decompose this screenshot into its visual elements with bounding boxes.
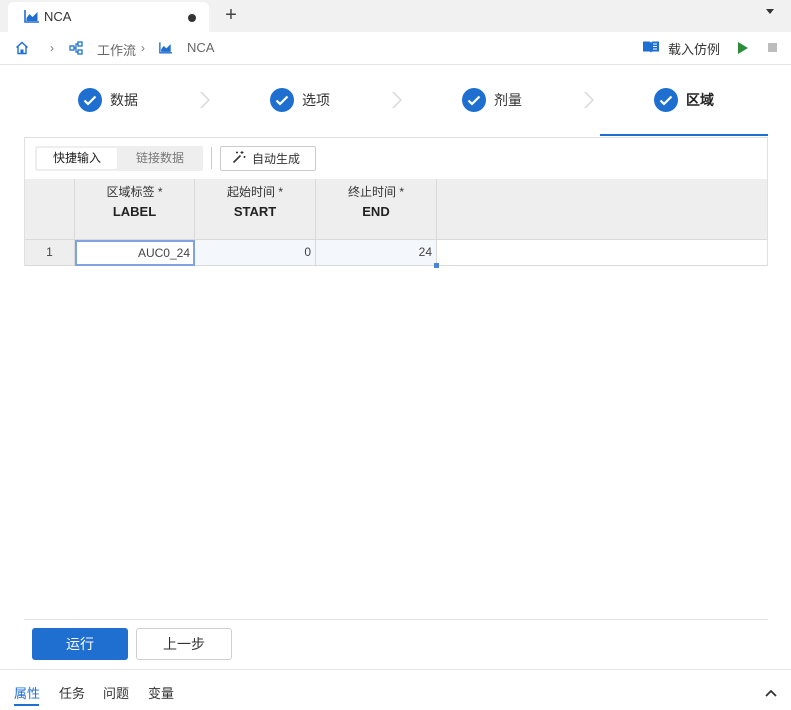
tab-properties[interactable]: 属性 [14,683,40,702]
column-header-cn: 终止时间 * [347,185,404,199]
auto-generate-label: 自动生成 [252,152,301,166]
active-step-underline [600,134,768,136]
step-label: 选项 [302,92,330,108]
toolbar-divider [211,147,212,169]
book-icon [642,40,660,57]
chevron-right-icon [584,91,595,112]
check-circle-icon [654,88,678,112]
step-label: 剂量 [494,92,522,108]
run-button[interactable]: 运行 [32,628,128,660]
tab-title: NCA [44,9,72,24]
breadcrumb-separator: › [50,41,54,55]
table-corner-header [25,179,75,240]
auto-generate-button[interactable]: 自动生成 [220,146,316,171]
region-table: 区域标签 * LABEL 起始时间 * START 终止时间 * END 1 A… [25,179,767,268]
table-row-filler [437,240,767,266]
column-header-label[interactable]: 区域标签 * LABEL [75,179,195,240]
active-tab-underline [14,704,39,706]
region-panel: 快捷输入 链接数据 自动生成 区域标签 * LABEL 起始时间 * START… [24,137,768,268]
tab-variables[interactable]: 变量 [148,683,174,702]
tab-menu-caret-icon[interactable] [766,9,774,14]
area-chart-icon [159,42,172,57]
previous-step-button[interactable]: 上一步 [136,628,232,660]
load-example-button[interactable]: 载入仿例 [642,39,720,58]
step-data[interactable]: 数据 [78,87,138,113]
run-play-icon[interactable] [738,42,748,54]
chevron-up-icon[interactable] [765,685,777,700]
area-chart-icon [24,10,39,26]
step-region[interactable]: 区域 [654,87,714,113]
check-circle-icon [78,88,102,112]
chevron-right-icon [200,91,211,112]
new-tab-button[interactable]: + [222,4,240,26]
step-dose[interactable]: 剂量 [462,87,522,113]
tab-problems[interactable]: 问题 [103,683,129,702]
unsaved-dot-icon[interactable] [188,14,196,22]
bottom-panel-tabs: 属性 任务 问题 变量 [0,669,791,710]
footer-divider [24,619,768,620]
wizard-steps: 数据 选项 剂量 区域 [24,65,768,137]
cell-end[interactable]: 24 [316,240,437,266]
magic-wand-icon [232,150,246,167]
column-header-start[interactable]: 起始时间 * START [195,179,316,240]
column-header-cn: 区域标签 * [106,185,163,199]
column-header-en: LABEL [112,204,157,219]
stop-icon[interactable] [768,43,777,52]
column-header-cn: 起始时间 * [226,185,283,199]
breadcrumb: › 工作流 › NCA 载入仿例 [0,32,791,65]
workflow-icon [69,41,83,58]
tab-bar: NCA + [0,0,791,32]
check-circle-icon [270,88,294,112]
chevron-right-icon [392,91,403,112]
step-options[interactable]: 选项 [270,87,330,113]
row-number[interactable]: 1 [25,240,75,266]
column-header-end[interactable]: 终止时间 * END [316,179,437,240]
load-example-label: 载入仿例 [668,42,721,57]
cell-label[interactable]: AUC0_24 [75,240,195,266]
column-header-en: START [233,204,277,219]
quick-input-option[interactable]: 快捷输入 [37,148,117,169]
fill-handle[interactable] [434,263,439,268]
panel-toolbar: 快捷输入 链接数据 自动生成 [25,138,767,179]
cell-start[interactable]: 0 [195,240,316,266]
breadcrumb-separator: › [141,41,145,55]
step-label: 数据 [110,92,138,108]
column-header-empty [437,179,767,240]
input-mode-toggle: 快捷输入 链接数据 [35,146,203,171]
tab-tasks[interactable]: 任务 [59,683,85,702]
breadcrumb-nca[interactable]: NCA [187,40,214,55]
link-data-option[interactable]: 链接数据 [119,148,201,169]
tab-nca[interactable]: NCA [8,2,209,32]
home-icon[interactable] [15,41,29,58]
step-label: 区域 [686,92,714,108]
column-header-en: END [362,204,390,219]
check-circle-icon [462,88,486,112]
breadcrumb-workflow[interactable]: 工作流 [97,40,136,59]
